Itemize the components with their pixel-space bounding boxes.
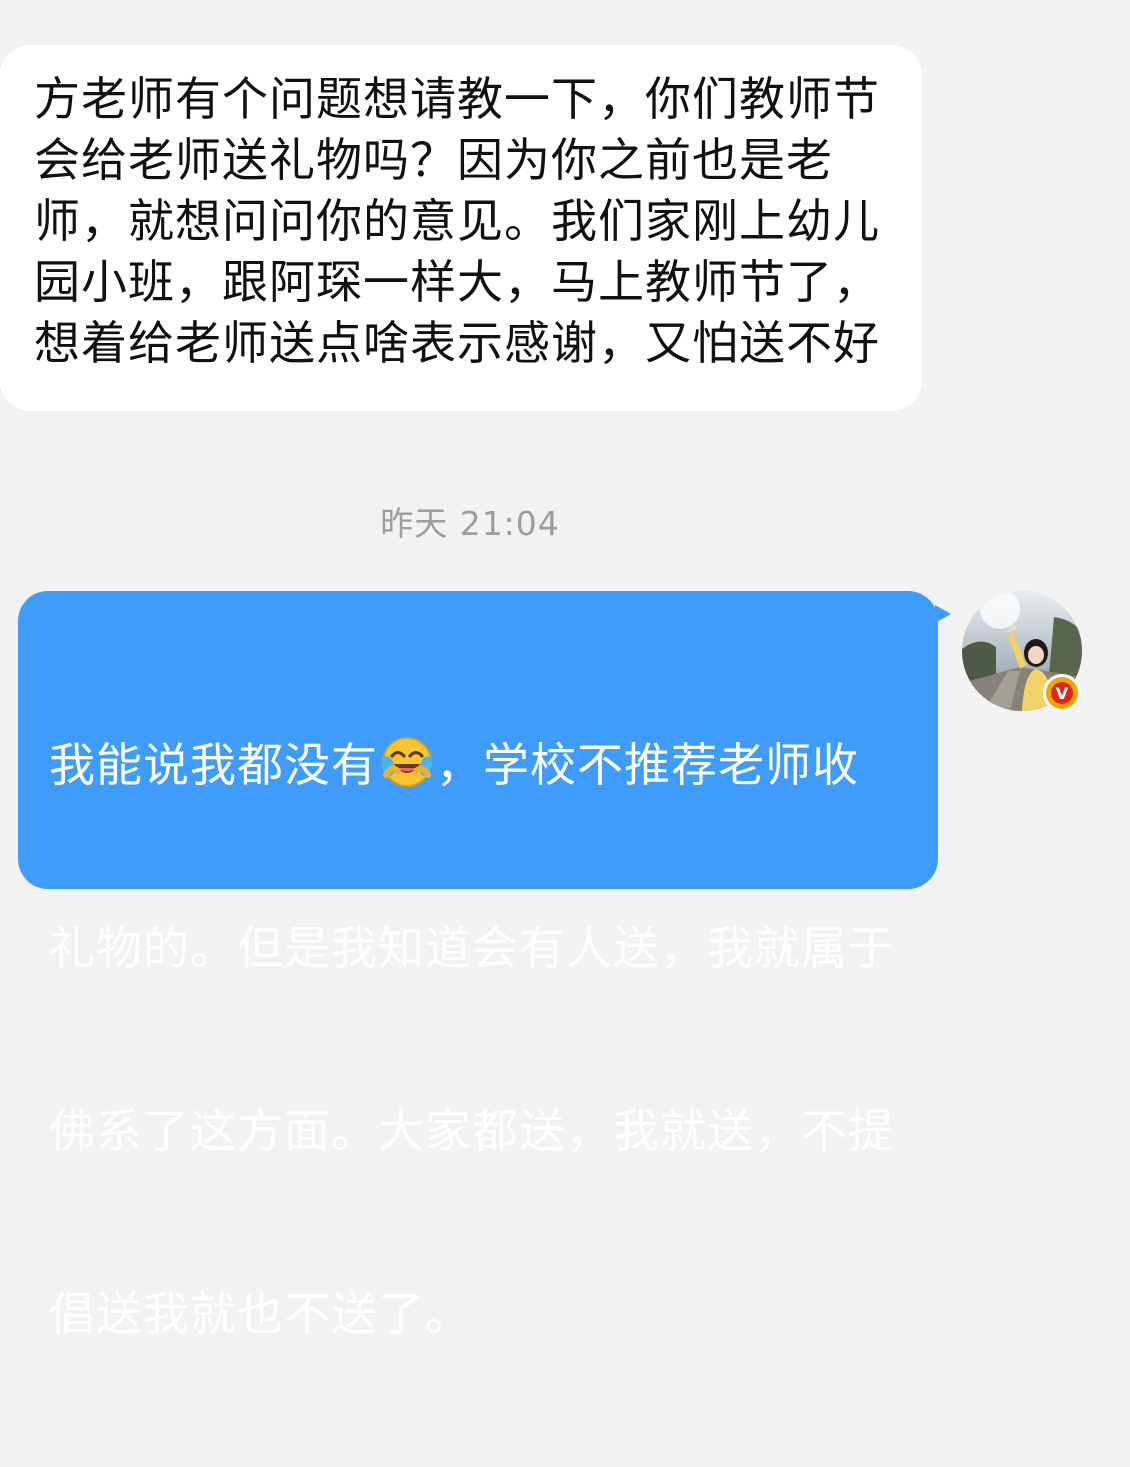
outgoing-message-line: 佛系了这方面。大家都送，我就送，不提 — [49, 1104, 895, 1158]
outgoing-message-bubble[interactable]: 我能说我都没有 ，学校不推荐老师收 礼物的。但是我知道会有人送，我就属于 佛系了… — [18, 591, 951, 1341]
incoming-message-line: 师，就想问问你的意见。我们家刚上幼儿 — [34, 194, 880, 248]
incoming-message-line: 会给老师送礼物吗？因为你之前也是老 — [34, 133, 833, 187]
outgoing-line-start: 我能说我都没有 — [49, 738, 378, 792]
incoming-message-text: 方老师有个问题想请教一下，你们教师节 会给老师送礼物吗？因为你之前也是老 师，就想问… — [34, 69, 886, 374]
incoming-message-bubble[interactable]: 方老师有个问题想请教一下，你们教师节 会给老师送礼物吗？因为你之前也是老 师，就想问… — [0, 45, 922, 411]
outgoing-message-line: 倡送我就也不送了。 — [49, 1287, 472, 1341]
bubble-tail — [935, 605, 951, 623]
outgoing-message-text: 我能说我都没有 ，学校不推荐老师收 礼物的。但是我知道会有人送，我就属于 佛系了… — [49, 613, 910, 1467]
outgoing-message-line: 我能说我都没有 ，学校不推荐老师收 — [49, 735, 910, 796]
incoming-message-line: 想着给老师送点啥表示感谢，又怕送不好 — [34, 316, 880, 370]
incoming-message-line: 园小班，跟阿琛一样大，马上教师节了， — [34, 255, 880, 309]
incoming-message-line: 方老师有个问题想请教一下，你们教师节 — [34, 72, 880, 126]
outgoing-message-line: 礼物的。但是我知道会有人送，我就属于 — [49, 921, 895, 975]
crying-laughing-emoji-icon — [381, 737, 433, 787]
outgoing-line-end: ，学校不推荐老师收 — [436, 738, 859, 792]
verified-v-badge-icon: V — [1043, 674, 1081, 712]
badge-letter: V — [1056, 684, 1069, 703]
message-timestamp: 昨天 21:04 — [380, 504, 560, 543]
